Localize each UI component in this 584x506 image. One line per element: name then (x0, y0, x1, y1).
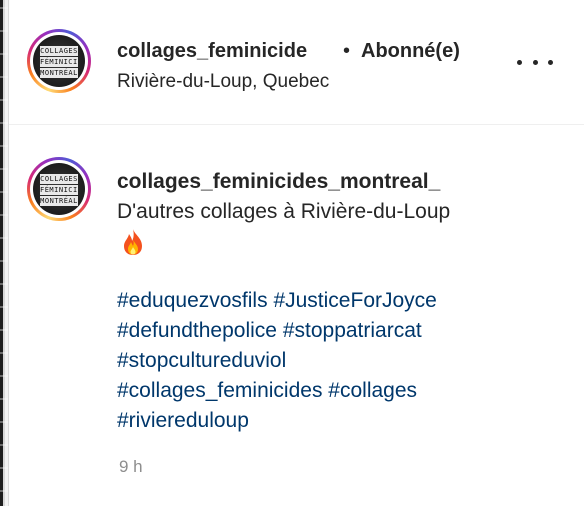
hashtag-link[interactable]: #riviereduloup (117, 409, 249, 432)
avatar-paper: MONTRÉAL (40, 68, 78, 78)
avatar-image: COLLAGES FÉMINICIDES MONTRÉAL (33, 35, 85, 87)
caption-text: D'autres collages à Rivière-du-Loup (117, 200, 451, 223)
avatar-image: COLLAGES FÉMINICIDES MONTRÉAL (33, 163, 85, 215)
hashtag-list: #eduquezvosfils #JusticeForJoyce #defund… (117, 286, 577, 436)
follow-status-button[interactable]: Abonné(e) (361, 38, 460, 64)
caption-username-link[interactable]: collages_feminicides_montreal_ (117, 168, 440, 196)
avatar-paper: FÉMINICIDES (40, 57, 78, 67)
hashtag-link[interactable]: #collages (328, 379, 417, 402)
fire-icon (124, 229, 142, 255)
more-options-icon[interactable] (517, 52, 553, 72)
avatar-paper: COLLAGES (40, 174, 78, 184)
hashtag-link[interactable]: #stopcultureduviol (117, 349, 286, 372)
separator-dot: • (343, 40, 351, 62)
hashtag-link[interactable]: #collages_feminicides (117, 379, 322, 402)
hashtag-row: #eduquezvosfils #JusticeForJoyce (117, 286, 577, 316)
hashtag-link[interactable]: #defundthepolice (117, 319, 277, 342)
post-timestamp[interactable]: 9 h (119, 456, 143, 478)
hashtag-row: #stopcultureduviol (117, 346, 577, 376)
header-username-link[interactable]: collages_feminicide (117, 38, 342, 64)
hashtag-link[interactable]: #stoppatriarcat (283, 319, 422, 342)
hashtag-row: #defundthepolice #stoppatriarcat (117, 316, 577, 346)
hashtag-row: #collages_feminicides #collages (117, 376, 577, 406)
profile-avatar[interactable]: COLLAGES FÉMINICIDES MONTRÉAL (27, 29, 91, 93)
post-header: COLLAGES FÉMINICIDES MONTRÉAL collages_f… (9, 0, 584, 125)
location-link[interactable]: Rivière-du-Loup, Quebec (117, 70, 329, 94)
hashtag-link[interactable]: #eduquezvosfils (117, 289, 268, 312)
avatar-paper: MONTRÉAL (40, 196, 78, 206)
avatar-paper: COLLAGES (40, 46, 78, 56)
adjacent-photo-edge (0, 0, 8, 506)
hashtag-link[interactable]: #JusticeForJoyce (273, 289, 436, 312)
post-side-panel: COLLAGES FÉMINICIDES MONTRÉAL collages_f… (8, 0, 584, 506)
caption-avatar[interactable]: COLLAGES FÉMINICIDES MONTRÉAL (27, 157, 91, 221)
hashtag-row: #riviereduloup (117, 406, 577, 436)
avatar-paper: FÉMINICIDES (40, 185, 78, 195)
